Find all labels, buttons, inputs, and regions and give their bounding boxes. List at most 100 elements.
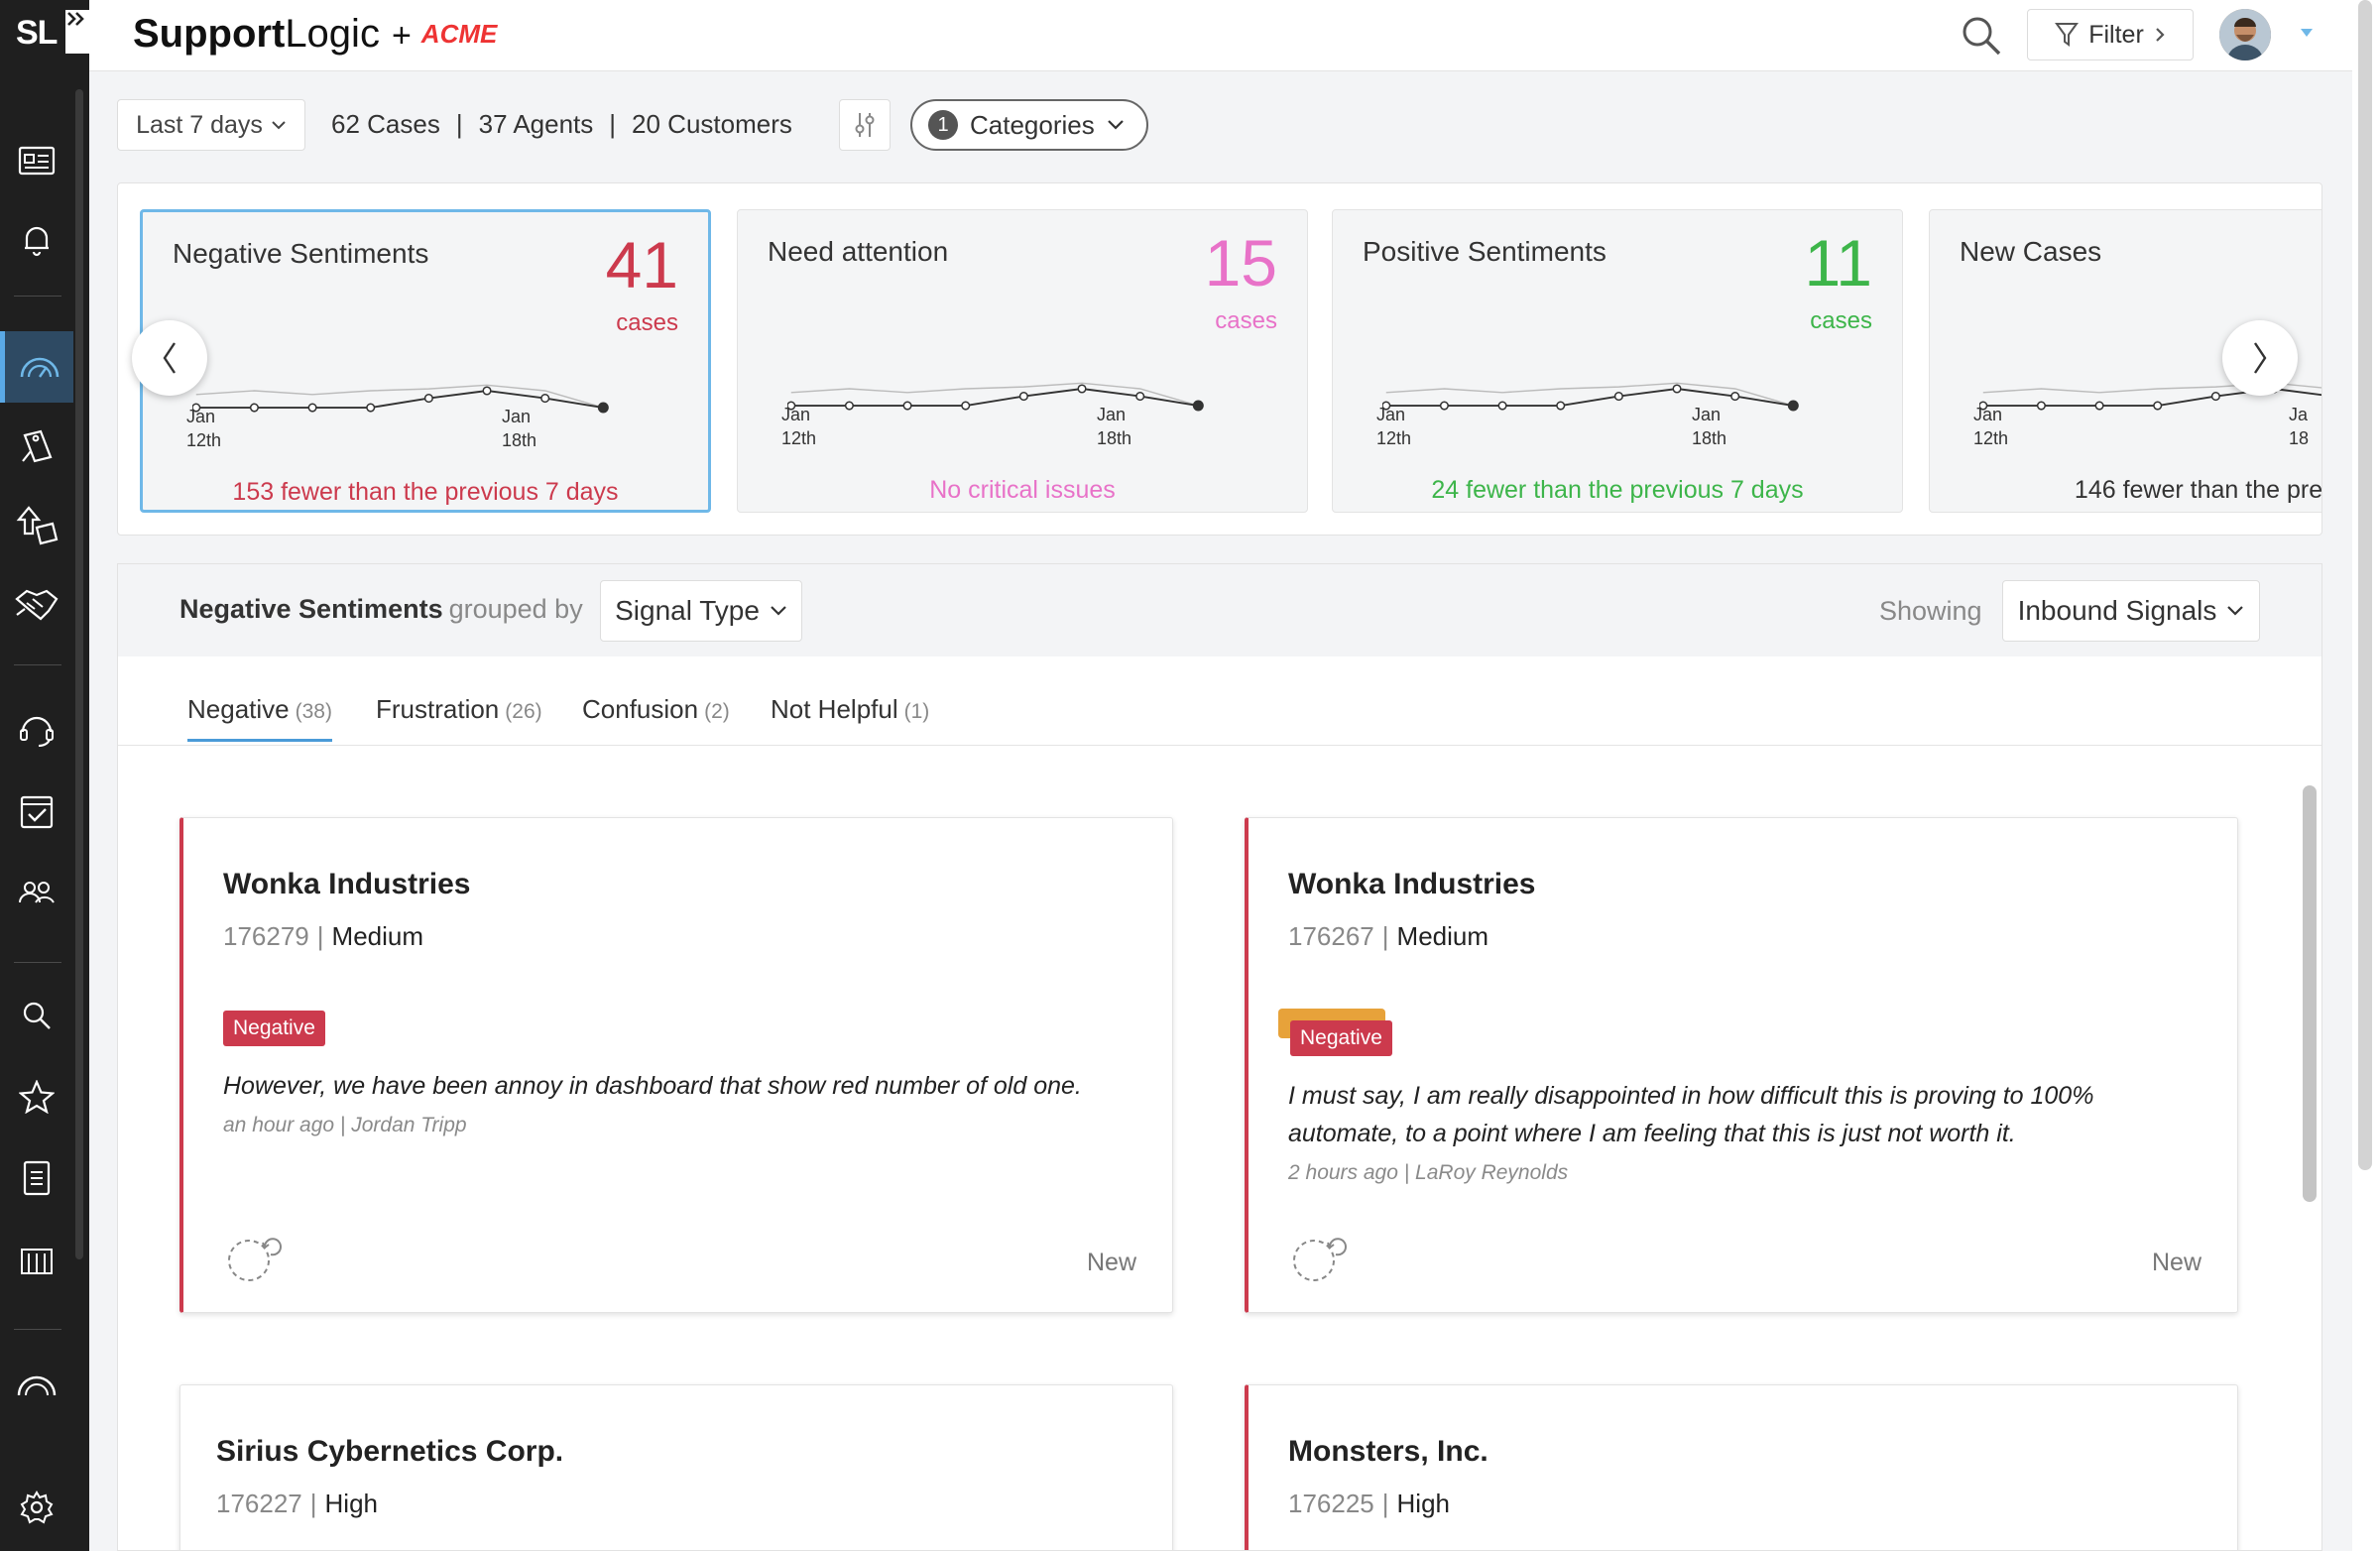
- sparkline-point[interactable]: [1018, 392, 1028, 402]
- summary-card-unit: cases: [1215, 307, 1277, 334]
- tab-negative[interactable]: Negative (38): [187, 694, 332, 742]
- showing-select[interactable]: Inbound Signals: [2002, 580, 2260, 642]
- group-title-text: Negative Sentiments: [179, 594, 443, 624]
- signal-card[interactable]: Sirius Cybernetics Corp. 176227 | High: [179, 1384, 1173, 1550]
- sparkline-point[interactable]: [1497, 401, 1507, 411]
- case-id[interactable]: 176279: [223, 921, 309, 951]
- app-logo[interactable]: SL: [16, 14, 58, 53]
- customers-count[interactable]: 20 Customers: [632, 109, 792, 139]
- sparkline-point[interactable]: [1730, 392, 1740, 402]
- nav-dashboard[interactable]: [0, 331, 73, 403]
- user-avatar[interactable]: [2219, 9, 2271, 60]
- tab-label: Not Helpful: [771, 694, 898, 724]
- sparkline-point[interactable]: [1787, 400, 1799, 412]
- sparkline-point[interactable]: [1135, 392, 1145, 402]
- signal-card[interactable]: Wonka Industries 176279 | Medium Negative …: [179, 817, 1173, 1313]
- filter-settings-button[interactable]: [839, 99, 891, 151]
- sentiment-badge: Negative: [223, 1011, 325, 1046]
- nav-alerts[interactable]: [0, 204, 73, 276]
- assign-button[interactable]: [1292, 1235, 1360, 1287]
- global-search-button[interactable]: [1960, 14, 2003, 62]
- nav-tasks[interactable]: [0, 776, 73, 847]
- sparkline-point[interactable]: [1077, 384, 1087, 394]
- sparkline-point[interactable]: [1439, 401, 1449, 411]
- summary-card-title: New Cases: [1960, 236, 2102, 267]
- sparkline-point[interactable]: [482, 386, 492, 396]
- bell-icon: [25, 226, 49, 257]
- nav-accounts[interactable]: [0, 1224, 73, 1295]
- nav-users[interactable]: [0, 857, 73, 928]
- cases-count[interactable]: 62 Cases: [331, 109, 440, 139]
- sparkline-point[interactable]: [844, 401, 854, 411]
- filter-button[interactable]: Filter: [2027, 9, 2194, 60]
- nav-performance[interactable]: [0, 1349, 73, 1420]
- categories-label: Categories: [970, 109, 1095, 140]
- nav-relationships[interactable]: [0, 569, 73, 641]
- sparkline-point[interactable]: [540, 394, 550, 404]
- list-scrollbar-thumb[interactable]: [2303, 785, 2317, 1202]
- sparkline-start-label: Jan 12th: [781, 405, 817, 449]
- company-name[interactable]: Sirius Cybernetics Corp.: [216, 1435, 563, 1469]
- sparkline-point[interactable]: [249, 403, 259, 413]
- summary-sparkline: [787, 382, 1204, 412]
- sparkline-point[interactable]: [902, 401, 912, 411]
- case-id[interactable]: 176225: [1288, 1489, 1374, 1518]
- categories-select[interactable]: 1 Categories: [910, 99, 1148, 151]
- caret-down-icon: [2301, 29, 2313, 37]
- signals-list-panel: Negative (38) Frustration (26) Confusion (2…: [117, 656, 2322, 1551]
- meta-separator: |: [1381, 921, 1389, 951]
- agents-count[interactable]: 37 Agents: [479, 109, 594, 139]
- sparkline-point[interactable]: [1672, 384, 1682, 394]
- nav-reports[interactable]: [0, 1142, 73, 1214]
- sparkline-point[interactable]: [2094, 401, 2104, 411]
- assign-button[interactable]: [227, 1235, 295, 1287]
- carousel-prev-button[interactable]: [132, 320, 207, 396]
- sparkline-point[interactable]: [307, 403, 317, 413]
- sparkline-point[interactable]: [2153, 401, 2163, 411]
- company-name[interactable]: Wonka Industries: [223, 868, 471, 901]
- sparkline-point[interactable]: [423, 394, 433, 404]
- nav-favorites[interactable]: [0, 1061, 73, 1133]
- user-menu-caret[interactable]: [2299, 26, 2315, 44]
- sparkline-point[interactable]: [597, 402, 609, 414]
- nav-escalations[interactable]: [0, 490, 73, 561]
- sparkline-point[interactable]: [1556, 401, 1566, 411]
- nav-search[interactable]: [0, 980, 73, 1051]
- page-scrollbar[interactable]: [2352, 0, 2380, 1551]
- brand-name-bold: Support: [133, 12, 286, 56]
- signal-card[interactable]: Wonka Industries 176267 | Medium Negative …: [1245, 817, 2238, 1313]
- nav-support[interactable]: [0, 694, 73, 766]
- summary-card-need-attention[interactable]: Need attention 15 cases Jan 12th Jan 18th No …: [737, 209, 1308, 513]
- brand-plus: +: [391, 17, 412, 55]
- signal-card[interactable]: Monsters, Inc. 176225 | High: [1245, 1384, 2238, 1550]
- sparkline-point[interactable]: [366, 403, 376, 413]
- nav-settings[interactable]: [0, 1472, 73, 1543]
- summary-card-negative-sentiments[interactable]: Negative Sentiments 41 cases Jan 12th Jan 18…: [140, 209, 711, 513]
- summary-card-count: 15: [1204, 226, 1277, 299]
- group-by-select[interactable]: Signal Type: [600, 580, 802, 642]
- case-priority: Medium: [1396, 921, 1489, 951]
- sparkline-point[interactable]: [961, 401, 971, 411]
- summary-card-positive-sentiments[interactable]: Positive Sentiments 11 cases Jan 12th Jan 18…: [1332, 209, 1903, 513]
- sparkline-point[interactable]: [1192, 400, 1204, 412]
- date-range-select[interactable]: Last 7 days: [117, 99, 305, 151]
- tab-frustration[interactable]: Frustration (26): [376, 694, 542, 725]
- summary-card-title: Positive Sentiments: [1363, 236, 1606, 267]
- nav-tickets[interactable]: [0, 411, 73, 482]
- company-name[interactable]: Wonka Industries: [1288, 868, 1536, 901]
- case-priority: Medium: [331, 921, 424, 951]
- company-name[interactable]: Monsters, Inc.: [1288, 1435, 1488, 1469]
- tab-label: Confusion: [582, 694, 699, 724]
- sparkline-point[interactable]: [1613, 392, 1623, 402]
- tab-confusion[interactable]: Confusion (2): [582, 694, 730, 725]
- nav-cases[interactable]: [0, 125, 73, 196]
- page-scrollbar-thumb[interactable]: [2358, 0, 2372, 1170]
- tab-not-helpful[interactable]: Not Helpful (1): [771, 694, 929, 725]
- nav-scrollbar[interactable]: [75, 89, 83, 1259]
- sparkline-point[interactable]: [2036, 401, 2046, 411]
- case-id[interactable]: 176227: [216, 1489, 302, 1518]
- search-icon: [1963, 17, 2001, 56]
- case-id[interactable]: 176267: [1288, 921, 1374, 951]
- carousel-next-button[interactable]: [2222, 320, 2298, 396]
- sparkline-point[interactable]: [2210, 392, 2220, 402]
